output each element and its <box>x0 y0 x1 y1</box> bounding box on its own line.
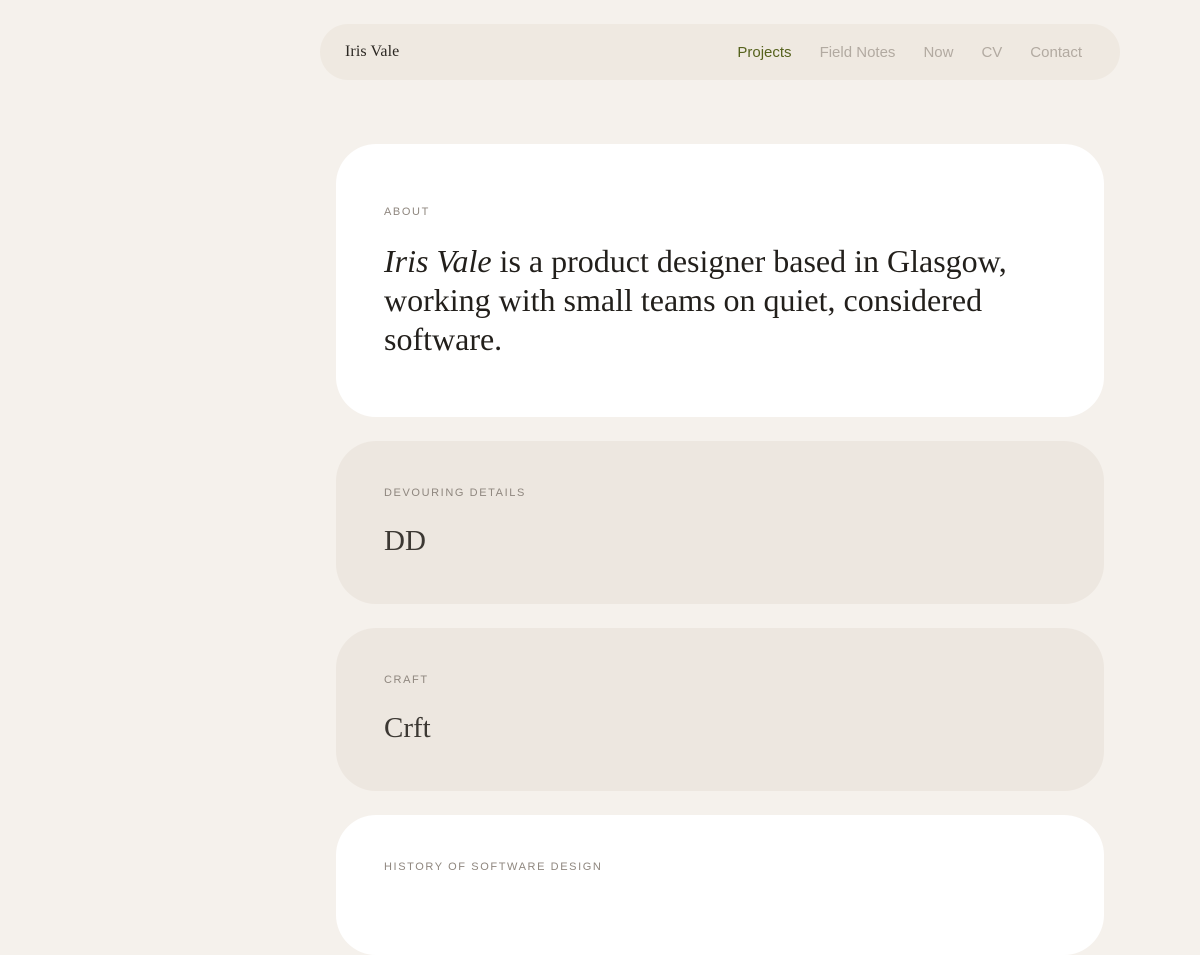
site-header: Iris Vale Projects Field Notes Now CV Co… <box>320 24 1120 80</box>
site-brand[interactable]: Iris Vale <box>345 43 399 61</box>
nav-link-contact[interactable]: Contact <box>1030 44 1082 61</box>
history-eyebrow: History of Software Design <box>384 861 603 873</box>
devouring-details-eyebrow: Devouring Details <box>384 487 526 499</box>
about-eyebrow: About <box>384 206 430 218</box>
about-intro: Iris Vale is a product designer based in… <box>384 242 1044 359</box>
about-name: Iris Vale <box>384 243 492 279</box>
history-card[interactable]: History of Software Design <box>336 815 1104 955</box>
craft-eyebrow: Craft <box>384 674 429 686</box>
craft-heading: Crft <box>384 712 431 744</box>
about-card: About Iris Vale is a product designer ba… <box>336 144 1104 417</box>
nav-link-field-notes[interactable]: Field Notes <box>820 44 896 61</box>
nav-link-cv[interactable]: CV <box>981 44 1002 61</box>
devouring-details-card[interactable]: Devouring Details DD <box>336 441 1104 604</box>
main-nav: Projects Field Notes Now CV Contact <box>737 44 1082 61</box>
devouring-details-heading: DD <box>384 525 426 557</box>
nav-link-projects[interactable]: Projects <box>737 44 791 61</box>
craft-card[interactable]: Craft Crft <box>336 628 1104 791</box>
nav-link-now[interactable]: Now <box>923 44 953 61</box>
